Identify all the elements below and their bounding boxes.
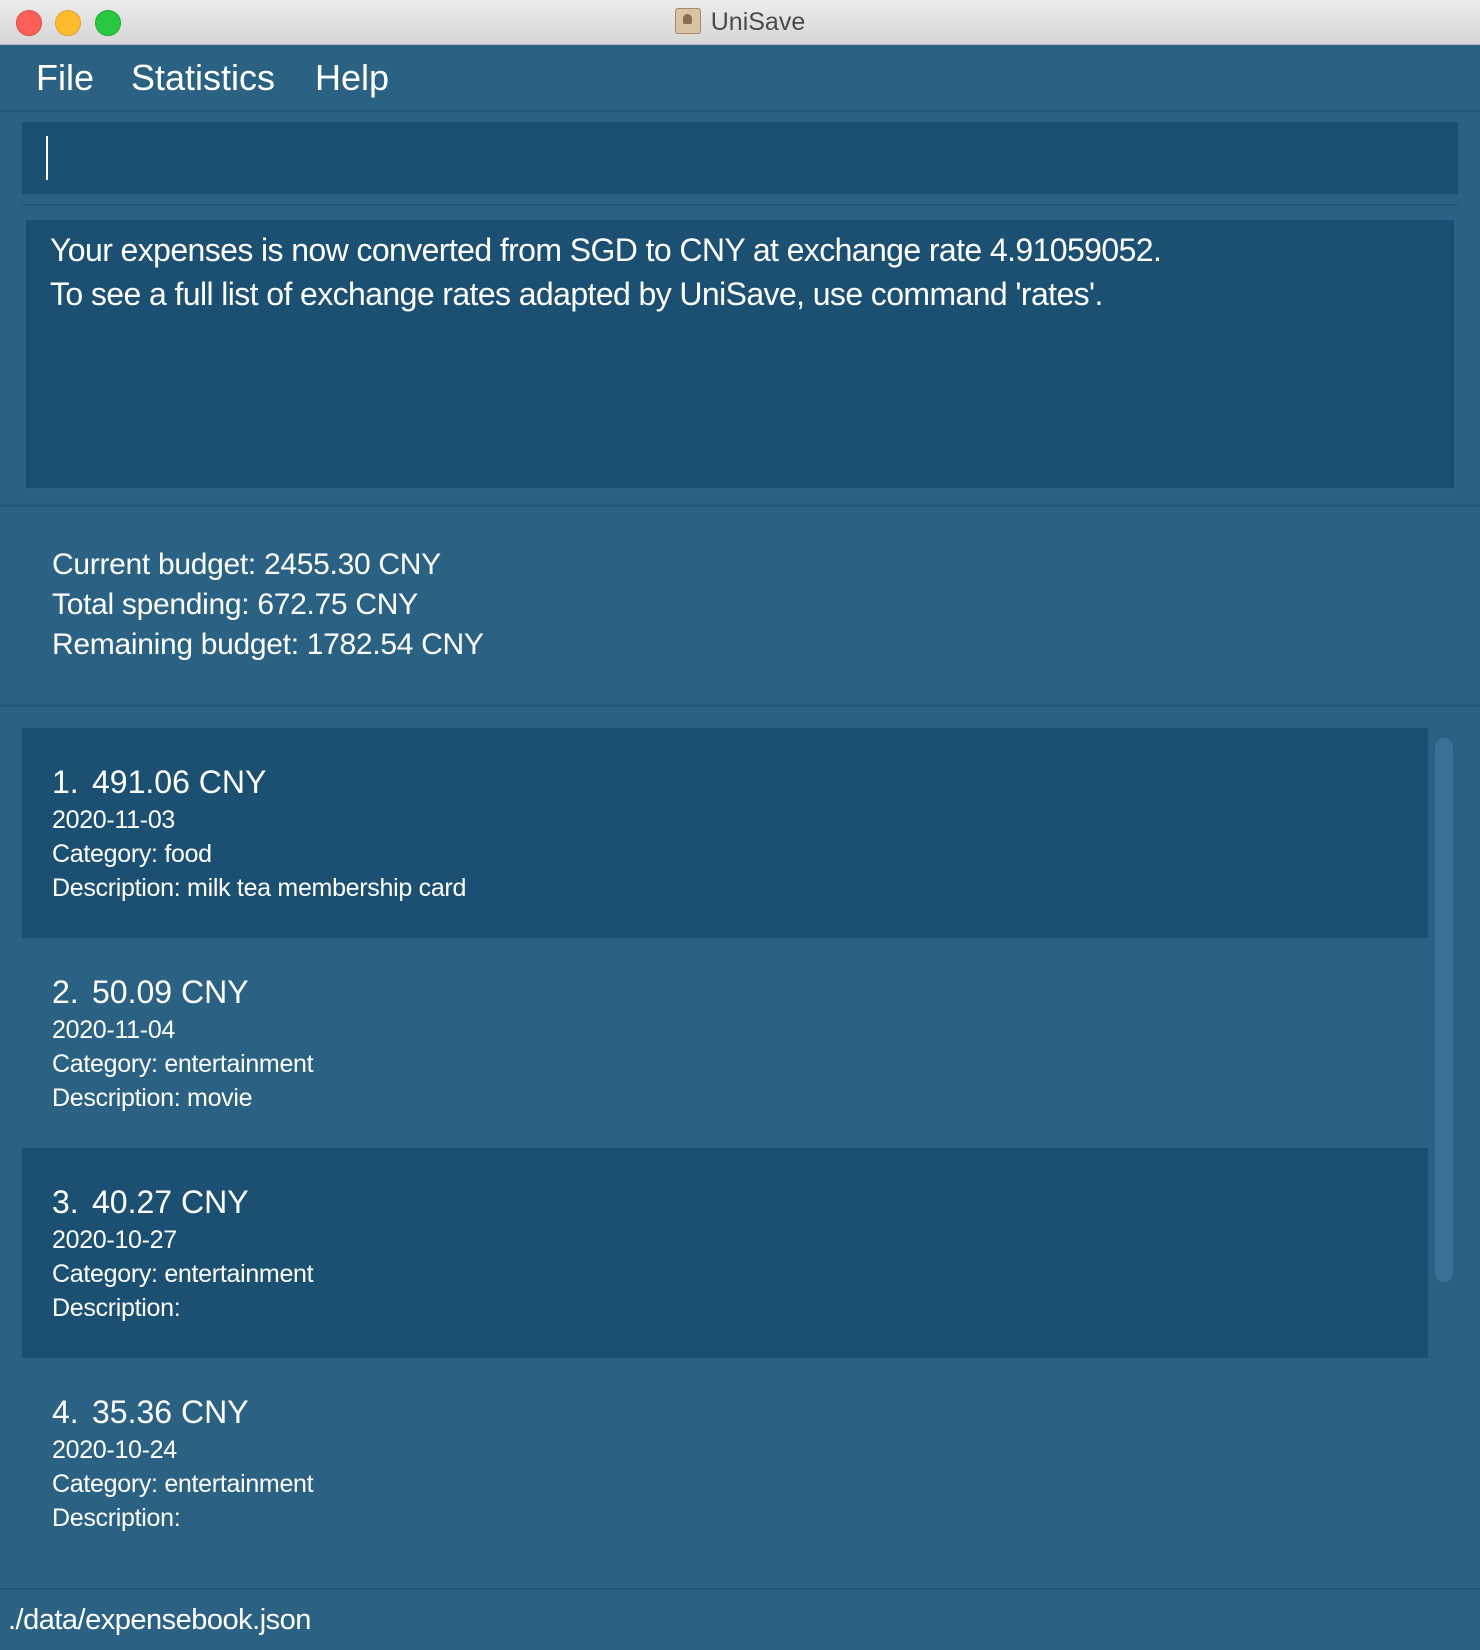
- expense-amount-line: 3. 40.27 CNY: [52, 1184, 249, 1221]
- expense-list[interactable]: 1. 491.06 CNY 2020-11-03 Category: food D…: [22, 728, 1430, 1568]
- expense-date: 2020-10-27: [52, 1226, 177, 1254]
- expense-index: 1.: [52, 764, 79, 800]
- result-line-1: Your expenses is now converted from SGD …: [50, 232, 1162, 268]
- expense-amount-line: 4. 35.36 CNY: [52, 1394, 249, 1431]
- expense-description: Description: movie: [52, 1084, 253, 1112]
- divider: [22, 204, 1458, 206]
- expense-amount: 50.09 CNY: [92, 974, 249, 1010]
- menu-help[interactable]: Help: [315, 57, 389, 99]
- app-window: UniSave File Statistics Help Your expens…: [0, 0, 1480, 1650]
- result-display: Your expenses is now converted from SGD …: [24, 218, 1456, 490]
- expense-date: 2020-11-03: [52, 806, 176, 834]
- command-input[interactable]: [22, 122, 1458, 194]
- current-budget: Current budget: 2455.30 CNY: [52, 548, 441, 581]
- divider: [0, 704, 1480, 707]
- expense-card[interactable]: 2. 50.09 CNY 2020-11-04 Category: enterta…: [22, 938, 1428, 1148]
- expense-card[interactable]: 3. 40.27 CNY 2020-10-27 Category: enterta…: [22, 1148, 1428, 1358]
- expense-amount: 35.36 CNY: [92, 1394, 249, 1430]
- text-cursor: [46, 136, 48, 180]
- menu-statistics[interactable]: Statistics: [131, 57, 275, 99]
- app-icon: [674, 7, 701, 34]
- expense-category: Category: food: [52, 840, 212, 868]
- remaining-budget: Remaining budget: 1782.54 CNY: [52, 628, 484, 661]
- expense-description: Description: milk tea membership card: [52, 874, 467, 902]
- divider: [0, 504, 1480, 507]
- window-title: UniSave: [710, 8, 806, 36]
- expense-description: Description:: [52, 1294, 181, 1322]
- expense-amount: 491.06 CNY: [92, 764, 267, 800]
- expense-amount-line: 2. 50.09 CNY: [52, 974, 249, 1011]
- expense-date: 2020-11-04: [52, 1016, 176, 1044]
- expense-amount: 40.27 CNY: [92, 1184, 249, 1220]
- file-path: ./data/expensebook.json: [8, 1604, 311, 1636]
- expense-category: Category: entertainment: [52, 1260, 314, 1288]
- expense-category: Category: entertainment: [52, 1470, 314, 1498]
- title-bar: UniSave: [0, 0, 1480, 45]
- expense-card[interactable]: 4. 35.36 CNY 2020-10-24 Category: enterta…: [22, 1358, 1428, 1568]
- expense-card[interactable]: 1. 491.06 CNY 2020-11-03 Category: food D…: [22, 728, 1428, 938]
- menu-bar: File Statistics Help: [0, 45, 1480, 112]
- total-spending: Total spending: 672.75 CNY: [52, 588, 418, 621]
- expense-date: 2020-10-24: [52, 1436, 177, 1464]
- result-line-2: To see a full list of exchange rates ada…: [50, 276, 1103, 312]
- expense-index: 3.: [52, 1184, 79, 1220]
- expense-description: Description:: [52, 1504, 181, 1532]
- status-bar: ./data/expensebook.json: [0, 1590, 1480, 1650]
- menu-file[interactable]: File: [36, 57, 94, 99]
- expense-amount-line: 1. 491.06 CNY: [52, 764, 266, 801]
- expense-category: Category: entertainment: [52, 1050, 314, 1078]
- scrollbar-thumb[interactable]: [1435, 738, 1453, 1282]
- expense-index: 4.: [52, 1394, 79, 1430]
- expense-index: 2.: [52, 974, 79, 1010]
- window-title-group: UniSave: [0, 7, 1480, 37]
